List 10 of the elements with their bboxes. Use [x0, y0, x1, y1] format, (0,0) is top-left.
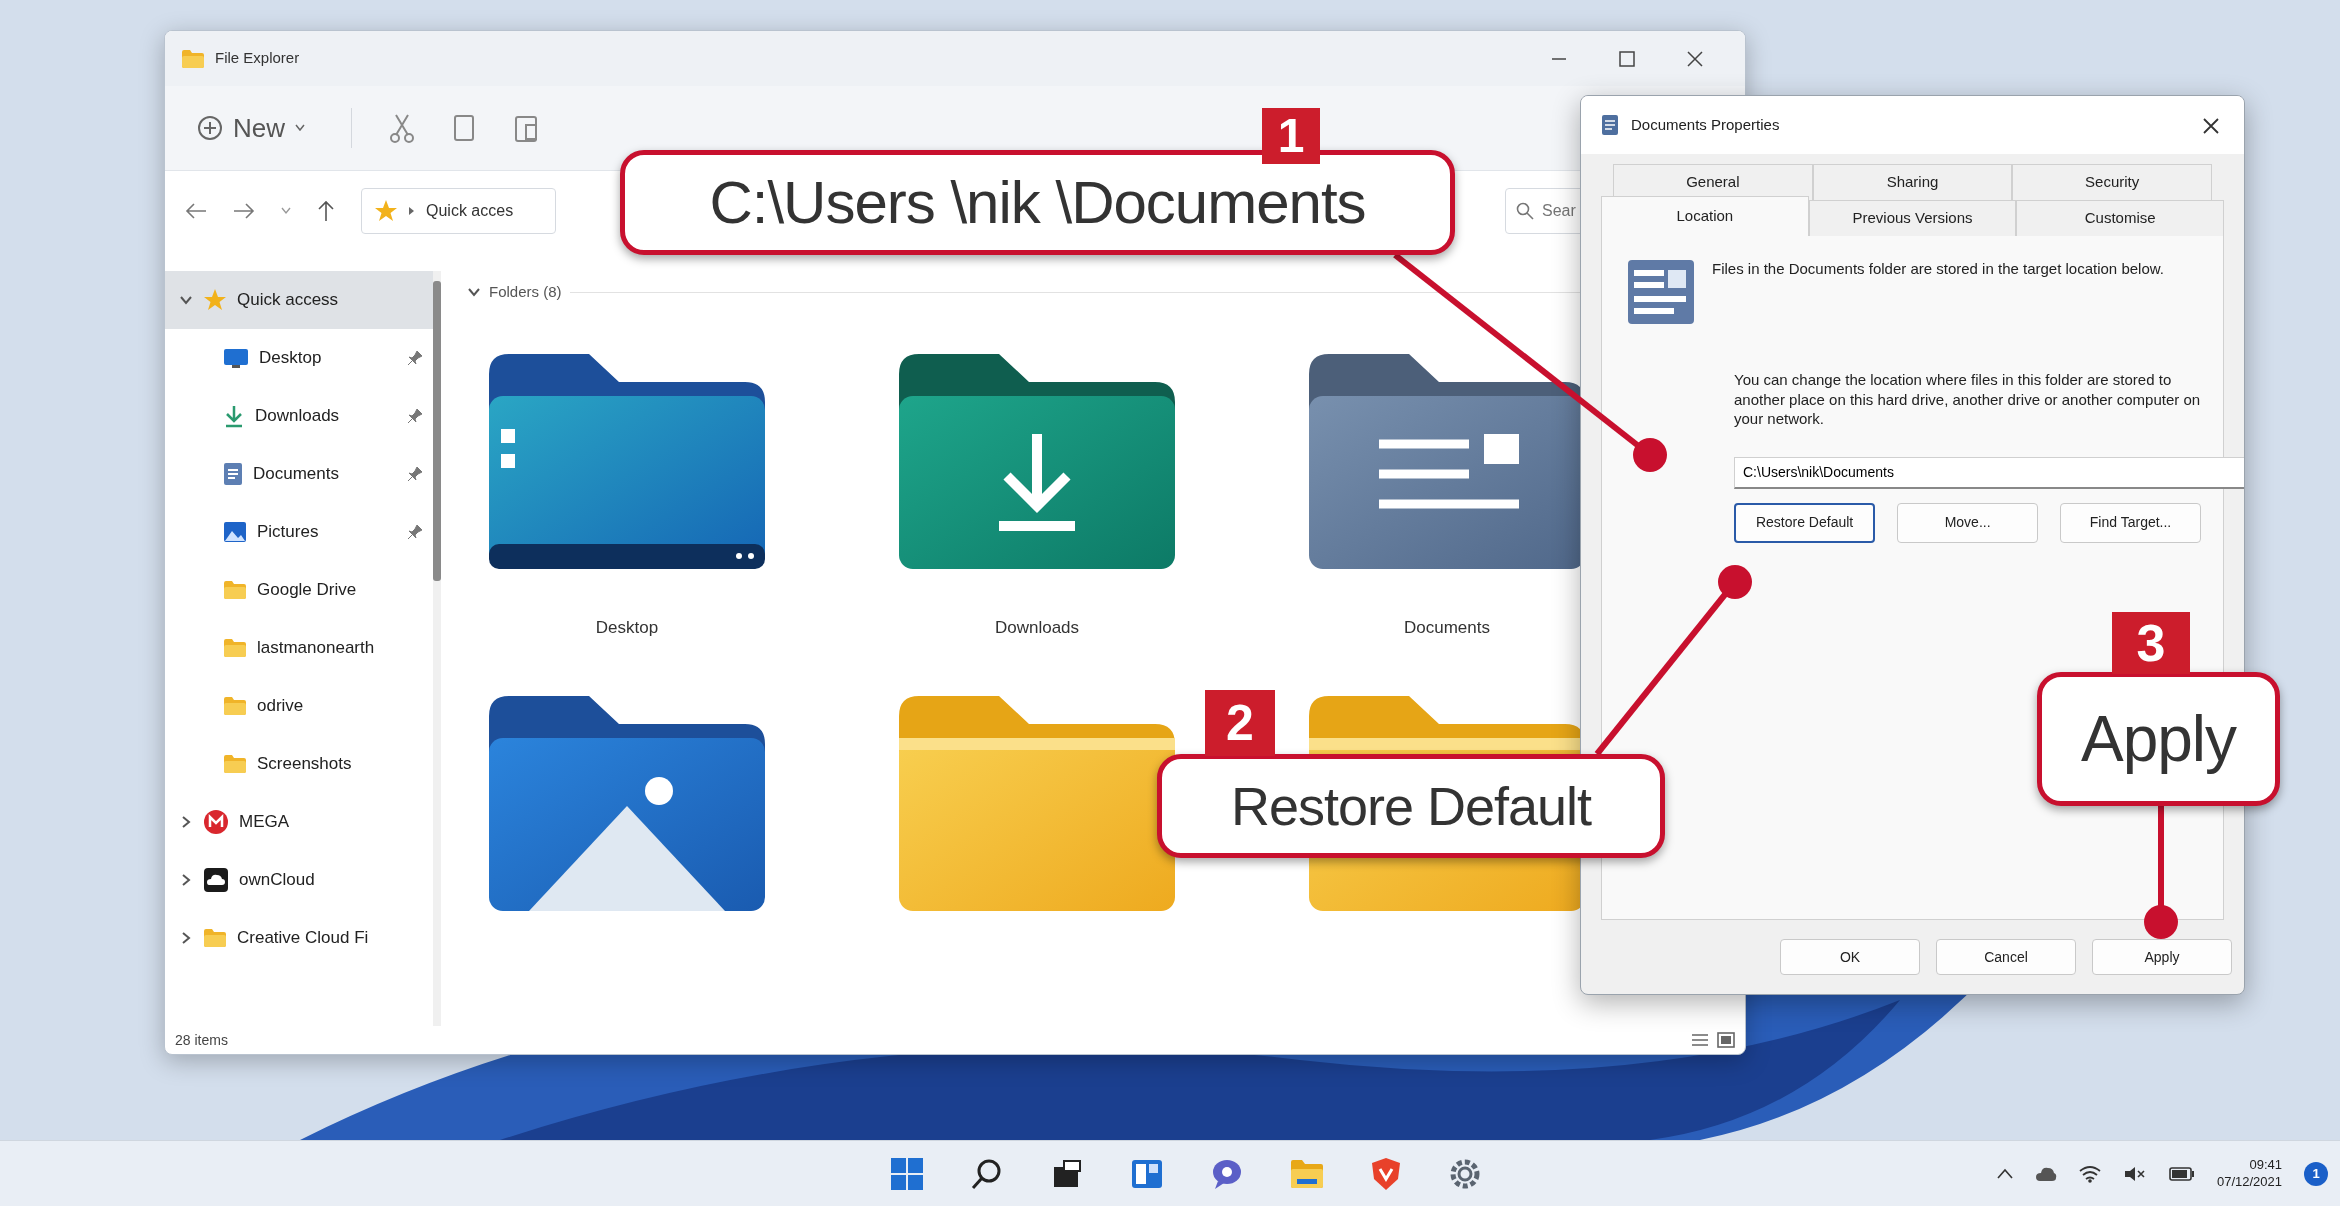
item-count: 28 items [175, 1030, 228, 1050]
dialog-title: Documents Properties [1631, 114, 1780, 135]
description-text: Files in the Documents folder are stored in the target location below. [1712, 259, 2164, 279]
callout-label: Apply [2037, 672, 2280, 806]
window-title: File Explorer [215, 48, 300, 69]
step-number: 2 [1205, 690, 1275, 756]
description-text: You can change the location where files in this folder are stored to another place on this hard drive, another drive or another computer on your network. [1734, 370, 2201, 429]
callout-label: Restore Default [1157, 754, 1665, 858]
step-number: 3 [2112, 612, 2190, 674]
step-number: 1 [1262, 108, 1320, 164]
